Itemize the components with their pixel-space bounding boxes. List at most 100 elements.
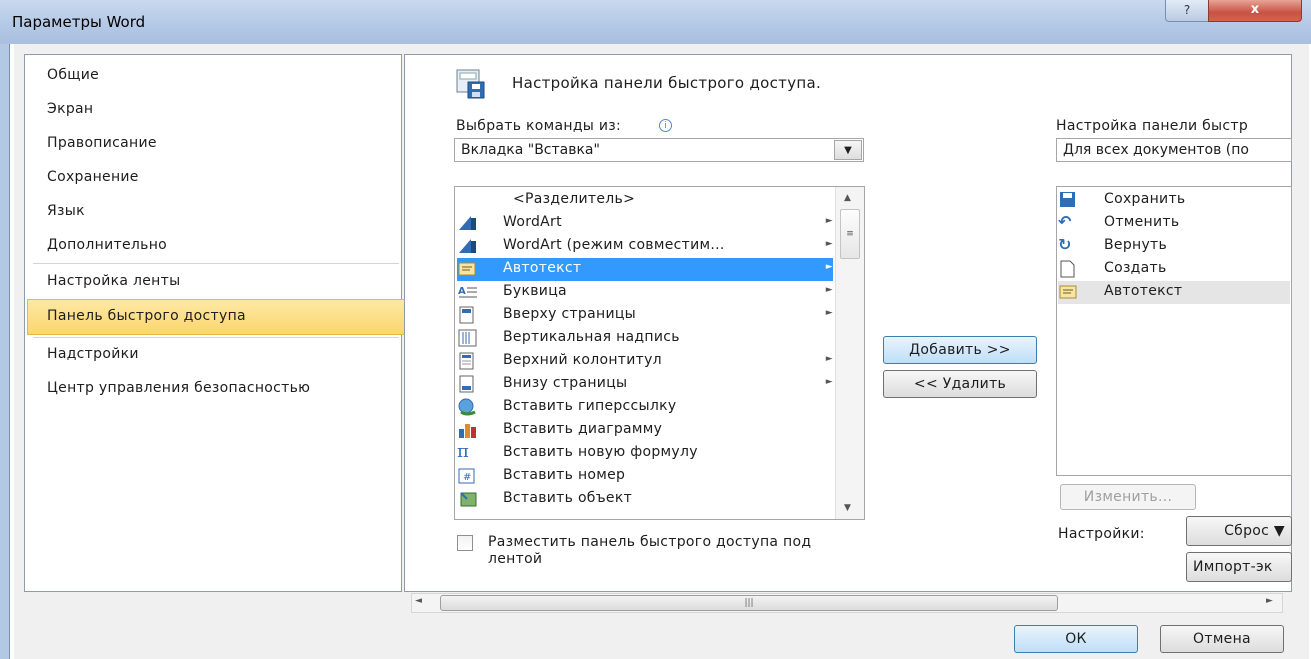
nav-item-addins[interactable]: Надстройки: [47, 346, 139, 362]
undo-icon: ↶: [1058, 212, 1072, 231]
scroll-left-icon[interactable]: ◄: [415, 596, 422, 606]
list-item[interactable]: Вертикальная надпись: [457, 327, 833, 350]
number-icon: #: [457, 467, 479, 485]
chevron-down-icon[interactable]: ▼: [834, 140, 862, 160]
list-item[interactable]: Верхний колонтитул ►: [457, 350, 833, 373]
list-item[interactable]: Создать: [1058, 258, 1290, 281]
nav-item-save[interactable]: Сохранение: [47, 169, 139, 185]
hyperlink-icon: [457, 398, 479, 416]
svg-text:A: A: [458, 286, 466, 297]
scroll-up-icon[interactable]: ▲: [844, 193, 851, 203]
help-button[interactable]: ?: [1165, 0, 1209, 22]
toolbar-rows: Сохранить ↶ Отменить ↻ Вернуть Создать А…: [1058, 189, 1290, 309]
ok-button[interactable]: ОК: [1014, 625, 1138, 653]
list-item[interactable]: Вставить гиперссылку: [457, 396, 833, 419]
below-ribbon-label[interactable]: Разместить панель быстрого доступа под л…: [488, 534, 848, 568]
list-item[interactable]: Внизу страницы ►: [457, 373, 833, 396]
list-item[interactable]: Сохранить: [1058, 189, 1290, 212]
object-icon: [457, 490, 479, 508]
list-item-label: WordArt: [503, 214, 562, 230]
submenu-arrow-icon: ►: [825, 354, 833, 364]
list-item-label: Вставить гиперссылку: [503, 398, 677, 414]
nav-item-display[interactable]: Экран: [47, 101, 93, 117]
import-export-button[interactable]: Импорт-эк: [1186, 552, 1292, 582]
list-item-label: Создать: [1104, 260, 1167, 276]
dropcap-icon: A: [457, 283, 479, 301]
list-item-label: Верхний колонтитул: [503, 352, 662, 368]
nav-item-proofing[interactable]: Правописание: [47, 135, 157, 151]
submenu-arrow-icon: ►: [825, 285, 833, 295]
commands-rows: <Разделитель> WordArt ► WordArt (режим со…: [457, 189, 833, 517]
modify-button[interactable]: Изменить...: [1060, 484, 1196, 510]
nav-item-customize-ribbon[interactable]: Настройка ленты: [47, 273, 180, 289]
list-item-label: Вставить новую формулу: [503, 444, 698, 460]
list-item[interactable]: Вверху страницы ►: [457, 304, 833, 327]
nav-divider: [33, 337, 399, 338]
list-item[interactable]: ↻ Вернуть: [1058, 235, 1290, 258]
scroll-down-icon[interactable]: ▼: [844, 503, 851, 513]
autotext-icon: [457, 260, 479, 278]
svg-text:#: #: [463, 472, 472, 483]
remove-button[interactable]: << Удалить: [883, 370, 1037, 398]
list-item-label: Внизу страницы: [503, 375, 628, 391]
autotext-icon: [1058, 283, 1080, 301]
save-icon: [1058, 191, 1080, 209]
pi-icon: π: [457, 441, 470, 462]
nav-divider: [33, 263, 399, 264]
quick-access-toolbar-icon: [454, 66, 488, 100]
wordart-icon: [457, 214, 479, 232]
list-item[interactable]: WordArt ►: [457, 212, 833, 235]
submenu-arrow-icon: ►: [825, 262, 833, 272]
list-item-selected[interactable]: Автотекст ►: [457, 258, 833, 281]
wordart-icon: [457, 237, 479, 255]
list-item-label: Автотекст: [1104, 283, 1183, 299]
list-item-label: <Разделитель>: [513, 191, 636, 207]
nav-item-quick-access-toolbar[interactable]: Панель быстрого доступа: [47, 308, 246, 324]
word-options-window: Параметры Word ? x Общие Экран Правописа…: [0, 0, 1311, 659]
list-item-label: WordArt (режим совместим...: [503, 237, 725, 253]
submenu-arrow-icon: ►: [825, 239, 833, 249]
list-item[interactable]: ↶ Отменить: [1058, 212, 1290, 235]
nav-item-trust-center[interactable]: Центр управления безопасностью: [47, 380, 310, 396]
page-top-icon: [457, 306, 479, 324]
header-icon: [457, 352, 479, 370]
customize-toolbar-combo[interactable]: Для всех документов (по: [1056, 138, 1292, 162]
list-item[interactable]: π Вставить новую формулу: [457, 442, 833, 465]
list-item[interactable]: <Разделитель>: [457, 189, 833, 212]
list-item-label: Автотекст: [503, 260, 582, 276]
reset-button[interactable]: Сброс ▼: [1186, 516, 1292, 546]
list-item-selected[interactable]: Автотекст: [1058, 281, 1290, 304]
list-item[interactable]: A Буквица ►: [457, 281, 833, 304]
settings-label: Настройки:: [1058, 526, 1145, 542]
scroll-right-icon[interactable]: ►: [1266, 596, 1273, 606]
choose-commands-label: Выбрать команды из:: [456, 118, 622, 134]
window-title: Параметры Word: [12, 13, 146, 31]
nav-item-language[interactable]: Язык: [47, 203, 85, 219]
category-nav: Общие Экран Правописание Сохранение Язык…: [24, 54, 417, 592]
section-heading: Настройка панели быстрого доступа.: [512, 74, 822, 92]
submenu-arrow-icon: ►: [825, 308, 833, 318]
title-bar[interactable]: [0, 0, 1311, 44]
list-item[interactable]: Вставить объект: [457, 488, 833, 511]
chart-icon: [457, 421, 479, 439]
list-item-label: Отменить: [1104, 214, 1180, 230]
list-item-label: Вставить объект: [503, 490, 633, 506]
choose-commands-combo[interactable]: Вкладка "Вставка": [454, 138, 864, 162]
list-item-label: Вернуть: [1104, 237, 1168, 253]
submenu-arrow-icon: ►: [825, 377, 833, 387]
new-doc-icon: [1058, 260, 1080, 278]
scroll-thumb[interactable]: ≡: [840, 209, 860, 259]
nav-item-advanced[interactable]: Дополнительно: [47, 237, 167, 253]
list-item[interactable]: Вставить диаграмму: [457, 419, 833, 442]
list-item[interactable]: WordArt (режим совместим... ►: [457, 235, 833, 258]
nav-item-general[interactable]: Общие: [47, 67, 99, 83]
submenu-arrow-icon: ►: [825, 216, 833, 226]
commands-list-scrollbar[interactable]: ▲ ≡ ▼: [835, 187, 864, 519]
list-item[interactable]: # Вставить номер: [457, 465, 833, 488]
add-button[interactable]: Добавить >>: [883, 336, 1037, 364]
horizontal-scroll-thumb[interactable]: |||: [440, 595, 1058, 611]
page-bottom-icon: [457, 375, 479, 393]
close-button[interactable]: x: [1208, 0, 1302, 22]
cancel-button[interactable]: Отмена: [1160, 625, 1284, 653]
below-ribbon-checkbox[interactable]: [457, 535, 473, 551]
